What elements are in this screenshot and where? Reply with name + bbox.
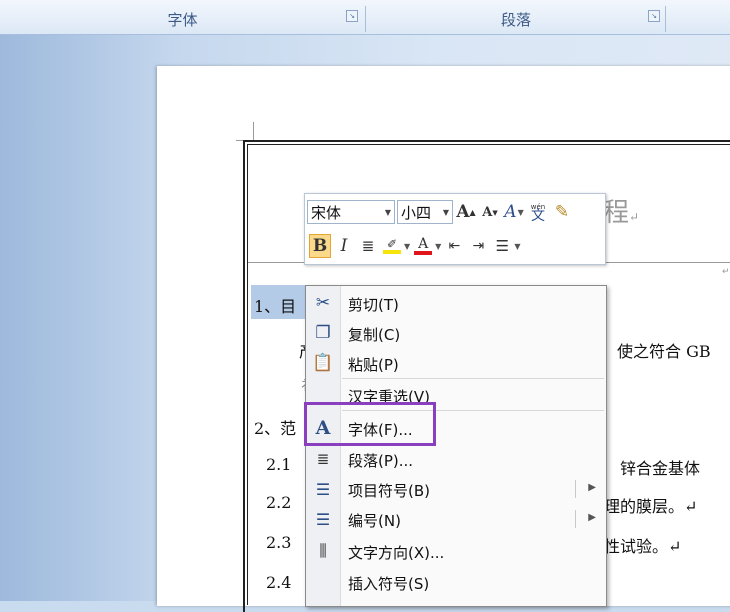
numbering-icon: ☰ (315, 509, 331, 529)
menu-item-cut[interactable]: ✂ 剪切(T) (306, 288, 606, 318)
menu-item-paragraph[interactable]: ≣ 段落(P)... (306, 444, 606, 474)
doc-line-7[interactable]: 2.4 (266, 573, 291, 592)
ribbon-group-paragraph-label: 段落 (500, 11, 531, 29)
paragraph-dialog-launcher-icon[interactable]: ↘ (648, 10, 660, 22)
font-color-swatch (414, 251, 433, 255)
menu-item-label: 文字方向(X)... (348, 544, 445, 562)
grow-font-icon[interactable]: A ▲ (455, 200, 477, 224)
submenu-divider (575, 510, 576, 528)
ribbon-bar: 字体 ↘ 段落 ↘ (0, 0, 730, 35)
text-direction-icon: ⫼ (319, 541, 327, 560)
font-color-letter: A (418, 236, 429, 252)
font-color-icon[interactable]: A (412, 234, 434, 258)
menu-separator (342, 378, 604, 379)
phonetic-char: 文 (531, 208, 545, 224)
clear-format-icon[interactable]: A ▼ (503, 200, 525, 224)
context-menu: ✂ 剪切(T) ❐ 复制(C) 📋 粘贴(P) 汉字重选(V) A 字体(F).… (305, 285, 607, 607)
font-name-value: 宋体 (311, 203, 342, 222)
doc-line-6[interactable]: 2.3 (266, 533, 291, 552)
decrease-indent-icon[interactable]: ⇤ (443, 234, 465, 258)
phonetic-guide-icon[interactable]: wén 文 (527, 200, 549, 224)
doc-line-1[interactable]: 1、目 (254, 293, 296, 317)
ribbon-group-font[interactable]: 字体 (0, 6, 366, 32)
paste-icon: 📋 (312, 353, 334, 373)
menu-item-paste[interactable]: 📋 粘贴(P) (306, 348, 606, 378)
annotation-highlight-box (304, 402, 436, 446)
italic-button[interactable]: I (333, 234, 355, 258)
increase-indent-icon[interactable]: ⇥ (467, 234, 489, 258)
chevron-down-icon[interactable]: ▼ (385, 208, 391, 217)
chevron-down-icon[interactable]: ▼ (404, 242, 410, 251)
font-name-combo[interactable]: 宋体 ▼ (307, 200, 395, 224)
menu-item-label: 复制(C) (348, 326, 401, 344)
ribbon-group-paragraph[interactable]: 段落 (367, 6, 666, 32)
copy-icon: ❐ (315, 323, 331, 343)
menu-item-label: 段落(P)... (348, 452, 414, 470)
menu-item-label: 插入符号(S) (348, 575, 430, 593)
center-align-icon[interactable]: ≣ (357, 234, 379, 258)
chevron-down-icon[interactable]: ▼ (514, 242, 520, 251)
format-painter-icon[interactable]: ✎ (551, 200, 573, 224)
paragraph-icon: ≣ (316, 450, 330, 468)
highlight-swatch (383, 250, 401, 254)
doc-right-text-1[interactable]: 使之符合 GB (617, 338, 711, 362)
font-size-combo[interactable]: 小四 ▼ (397, 200, 453, 224)
bold-button[interactable]: B (309, 234, 331, 258)
menu-item-text-direction[interactable]: ⫼ 文字方向(X)... (306, 536, 606, 566)
title-text: 程 (603, 198, 630, 228)
menu-item-label: 编号(N) (348, 512, 401, 530)
menu-item-numbering[interactable]: ☰ 编号(N) ▶ (306, 504, 606, 534)
menu-item-bullets[interactable]: ☰ 项目符号(B) ▶ (306, 474, 606, 504)
font-size-value: 小四 (401, 203, 432, 222)
doc-line-4[interactable]: 2.1 (266, 455, 291, 474)
pilcrow-mark: ↵ (629, 210, 640, 224)
shrink-font-icon[interactable]: A ▼ (479, 200, 501, 224)
bullets-icon: ☰ (315, 479, 331, 499)
mini-toolbar: 宋体 ▼ 小四 ▼ A ▲ A ▼ A ▼ wén 文 ✎ B I ≣ ✐ ▼ A ▼… (304, 193, 606, 265)
bullets-icon[interactable]: ☰ (491, 234, 513, 258)
doc-line-3[interactable]: 2、范 (254, 415, 296, 439)
menu-item-label: 粘贴(P) (348, 356, 399, 374)
scissors-icon: ✂ (315, 293, 331, 313)
ribbon-group-font-label: 字体 (167, 11, 198, 29)
highlight-color-icon[interactable]: ✐ (381, 234, 403, 258)
margin-mark (253, 122, 254, 140)
submenu-arrow-icon[interactable]: ▶ (588, 512, 596, 523)
doc-line-5[interactable]: 2.2 (266, 493, 291, 512)
doc-right-text-3[interactable]: 理的膜层。↵ (604, 493, 697, 517)
submenu-arrow-icon[interactable]: ▶ (588, 482, 596, 493)
submenu-divider (575, 480, 576, 498)
menu-item-label: 项目符号(B) (348, 482, 430, 500)
doc-right-text-2[interactable]: 锌合金基体 (620, 455, 700, 479)
chevron-down-icon[interactable]: ▼ (443, 208, 449, 217)
cell-end-mark: ↵ (722, 267, 730, 277)
menu-item-insert-symbol[interactable]: 插入符号(S) (306, 567, 606, 597)
menu-item-copy[interactable]: ❐ 复制(C) (306, 318, 606, 348)
document-title-fragment: 程↵ (603, 192, 639, 229)
chevron-down-icon[interactable]: ▼ (435, 242, 441, 251)
font-dialog-launcher-icon[interactable]: ↘ (346, 10, 358, 22)
menu-item-label: 剪切(T) (348, 296, 399, 314)
doc-right-text-4[interactable]: 性试验。↵ (604, 533, 681, 557)
